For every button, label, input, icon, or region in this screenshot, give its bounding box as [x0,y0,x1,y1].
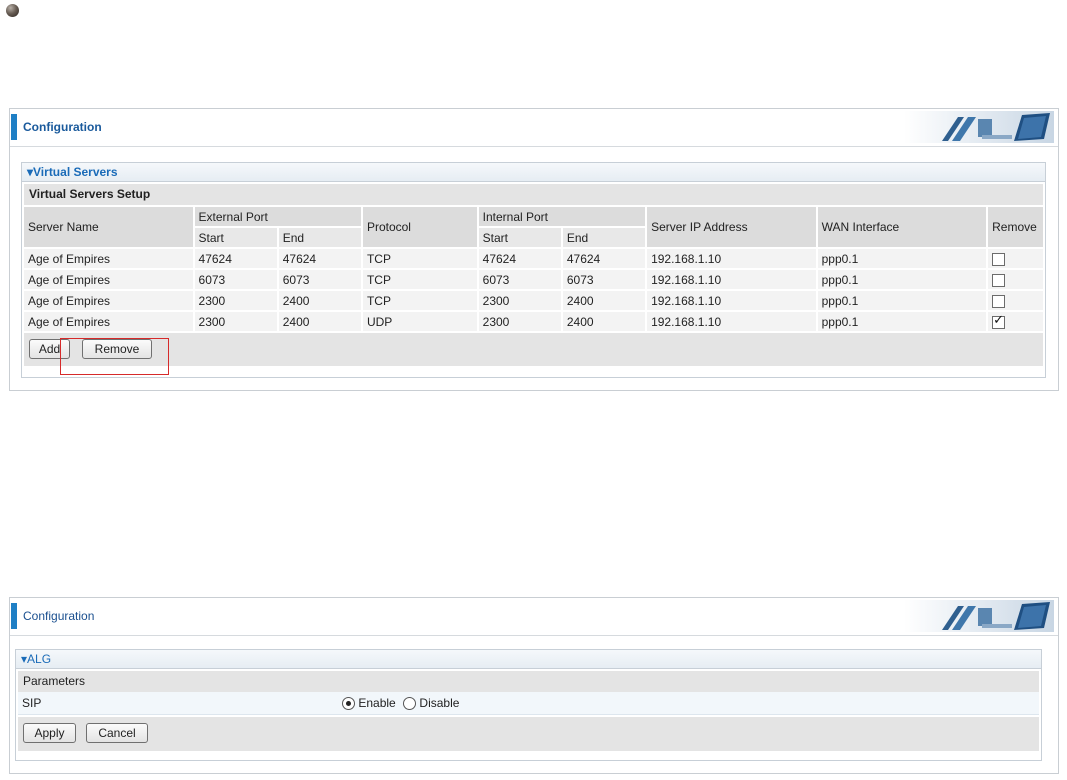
cell-protocol: UDP [366,314,393,329]
col-internal-end: End [562,228,646,247]
cell-protocol: TCP [366,251,391,266]
cell-ext-end: 47624 [282,251,317,266]
network-devices-graphic-icon [904,600,1054,632]
accent-bar [11,114,17,140]
cell-int-start: 6073 [482,272,510,287]
cell-protocol: TCP [366,293,391,308]
apply-button[interactable]: Apply [23,723,76,743]
col-internal-start: Start [478,228,561,247]
table-row: Age of Empires 47624 47624 TCP 47624 476… [24,249,1043,268]
cell-ext-start: 2300 [198,293,226,308]
table-row: Age of Empires 2300 2400 UDP 2300 2400 1… [24,312,1043,331]
virtual-servers-table: Server Name External Port Protocol Inter… [22,205,1045,333]
enable-label: Enable [358,696,396,710]
cell-int-end: 2400 [566,314,594,329]
network-devices-graphic-icon [904,111,1054,143]
cell-int-start: 2300 [482,314,510,329]
virtual-servers-setup-heading: Virtual Servers Setup [24,184,1043,205]
col-server-name: Server Name [24,207,193,247]
col-external-port: External Port [194,207,361,226]
col-external-start: Start [194,228,277,247]
table-row: Age of Empires 6073 6073 TCP 6073 6073 1… [24,270,1043,289]
remove-checkbox[interactable] [992,294,1006,308]
sip-label: SIP [22,696,42,710]
disable-label: Disable [419,696,460,710]
cell-wan: ppp0.1 [821,293,859,308]
cell-protocol: TCP [366,272,391,287]
virtual-servers-button-bar: Add Remove [24,333,1043,366]
sip-row: SIP Enable Disable [18,692,1039,715]
cell-remove [988,291,1043,310]
alg-button-bar: Apply Cancel [18,717,1039,751]
parameters-heading: Parameters [18,671,1039,692]
cell-int-end: 47624 [566,251,601,266]
cell-server-ip: 192.168.1.10 [651,314,722,329]
cell-server-ip: 192.168.1.10 [651,293,722,308]
virtual-servers-section: ▾Virtual Servers Virtual Servers Setup S… [21,162,1046,378]
cell-server-name: Age of Empires [28,314,111,329]
cell-int-end: 2400 [566,293,594,308]
accent-bar [11,603,17,629]
cell-server-name: Age of Empires [28,272,111,287]
remove-checkbox[interactable] [992,313,1006,329]
section-title-virtual-servers[interactable]: ▾Virtual Servers [22,163,1045,182]
config-header: Configuration [10,598,1058,636]
config-title: Configuration [23,120,102,134]
config-title: Configuration [23,609,95,623]
cell-ext-end: 6073 [282,272,310,287]
cell-int-start: 2300 [482,293,510,308]
config-header: Configuration [10,109,1058,147]
bullet-icon [6,4,19,17]
cell-server-ip: 192.168.1.10 [651,272,722,287]
cell-remove [988,312,1043,331]
config-panel-alg: Configuration ▾ALG Parameters SIP Enable [9,597,1059,774]
cell-wan: ppp0.1 [821,272,859,287]
col-protocol: Protocol [362,207,477,247]
cell-ext-end: 2400 [282,293,310,308]
cell-wan: ppp0.1 [821,251,859,266]
cell-int-end: 6073 [566,272,594,287]
col-remove: Remove [988,207,1043,247]
cell-ext-start: 47624 [198,251,232,266]
cell-remove [988,249,1043,268]
cell-wan: ppp0.1 [821,314,859,329]
col-internal-port: Internal Port [478,207,646,226]
cell-int-start: 47624 [482,251,517,266]
table-row: Age of Empires 2300 2400 TCP 2300 2400 1… [24,291,1043,310]
alg-section: ▾ALG Parameters SIP Enable Disable Apply… [15,649,1042,761]
remove-checkbox[interactable] [992,273,1006,287]
remove-checkbox[interactable] [992,252,1006,266]
col-external-end: End [278,228,361,247]
col-wan-interface: WAN Interface [817,207,987,247]
sip-disable-radio[interactable] [403,697,417,711]
col-server-ip: Server IP Address [647,207,816,247]
cell-server-ip: 192.168.1.10 [651,251,722,266]
sip-enable-radio[interactable] [342,697,355,711]
cell-ext-start: 2300 [198,314,226,329]
section-title-alg[interactable]: ▾ALG [16,650,1041,669]
sip-radio-group: Enable Disable [342,692,459,714]
cell-ext-start: 6073 [198,272,226,287]
cell-remove [988,270,1043,289]
remove-highlight-box [60,338,169,375]
cell-server-name: Age of Empires [28,293,111,308]
cell-ext-end: 2400 [282,314,310,329]
cancel-button[interactable]: Cancel [86,723,148,743]
cell-server-name: Age of Empires [28,251,111,266]
